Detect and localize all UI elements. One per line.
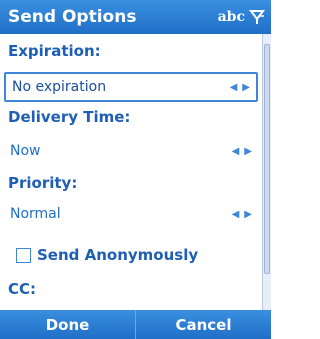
vertical-scrollbar[interactable] — [262, 34, 271, 310]
expiration-picker[interactable]: No expiration ◀ ▶ — [4, 72, 258, 102]
cc-label: CC: — [8, 280, 37, 298]
send-options-form: Expiration: No expiration ◀ ▶ Delivery T… — [0, 34, 262, 310]
expiration-arrows[interactable]: ◀ ▶ — [230, 82, 250, 93]
expiration-label: Expiration: — [8, 42, 101, 60]
delivery-time-arrows[interactable]: ◀ ▶ — [232, 146, 252, 157]
input-mode-icon — [249, 10, 265, 24]
delivery-time-label: Delivery Time: — [8, 108, 131, 126]
title-bar-indicators: abc — [218, 8, 265, 26]
title-bar: Send Options abc — [0, 0, 271, 34]
delivery-time-value: Now — [10, 143, 41, 159]
right-arrow-icon[interactable]: ▶ — [244, 146, 252, 157]
input-mode-indicator: abc — [217, 9, 245, 25]
right-arrow-icon[interactable]: ▶ — [242, 82, 250, 93]
delivery-time-picker[interactable]: Now ◀ ▶ — [4, 136, 258, 166]
expiration-value: No expiration — [12, 79, 107, 95]
left-arrow-icon[interactable]: ◀ — [232, 146, 240, 157]
scrollbar-thumb[interactable] — [264, 44, 270, 274]
left-arrow-icon[interactable]: ◀ — [230, 82, 238, 93]
send-anonymously-row[interactable]: Send Anonymously — [16, 246, 198, 264]
cancel-softkey[interactable]: Cancel — [136, 310, 271, 339]
send-anonymously-checkbox[interactable] — [16, 247, 31, 263]
done-softkey[interactable]: Done — [0, 310, 135, 339]
send-anonymously-label: Send Anonymously — [37, 246, 199, 264]
left-arrow-icon[interactable]: ◀ — [232, 209, 240, 220]
priority-picker[interactable]: Normal ◀ ▶ — [4, 199, 258, 229]
softkey-bar: Done Cancel — [0, 310, 271, 339]
priority-label: Priority: — [8, 174, 78, 192]
page-title: Send Options — [8, 7, 137, 27]
priority-value: Normal — [10, 206, 61, 222]
right-arrow-icon[interactable]: ▶ — [244, 209, 252, 220]
priority-arrows[interactable]: ◀ ▶ — [232, 209, 252, 220]
